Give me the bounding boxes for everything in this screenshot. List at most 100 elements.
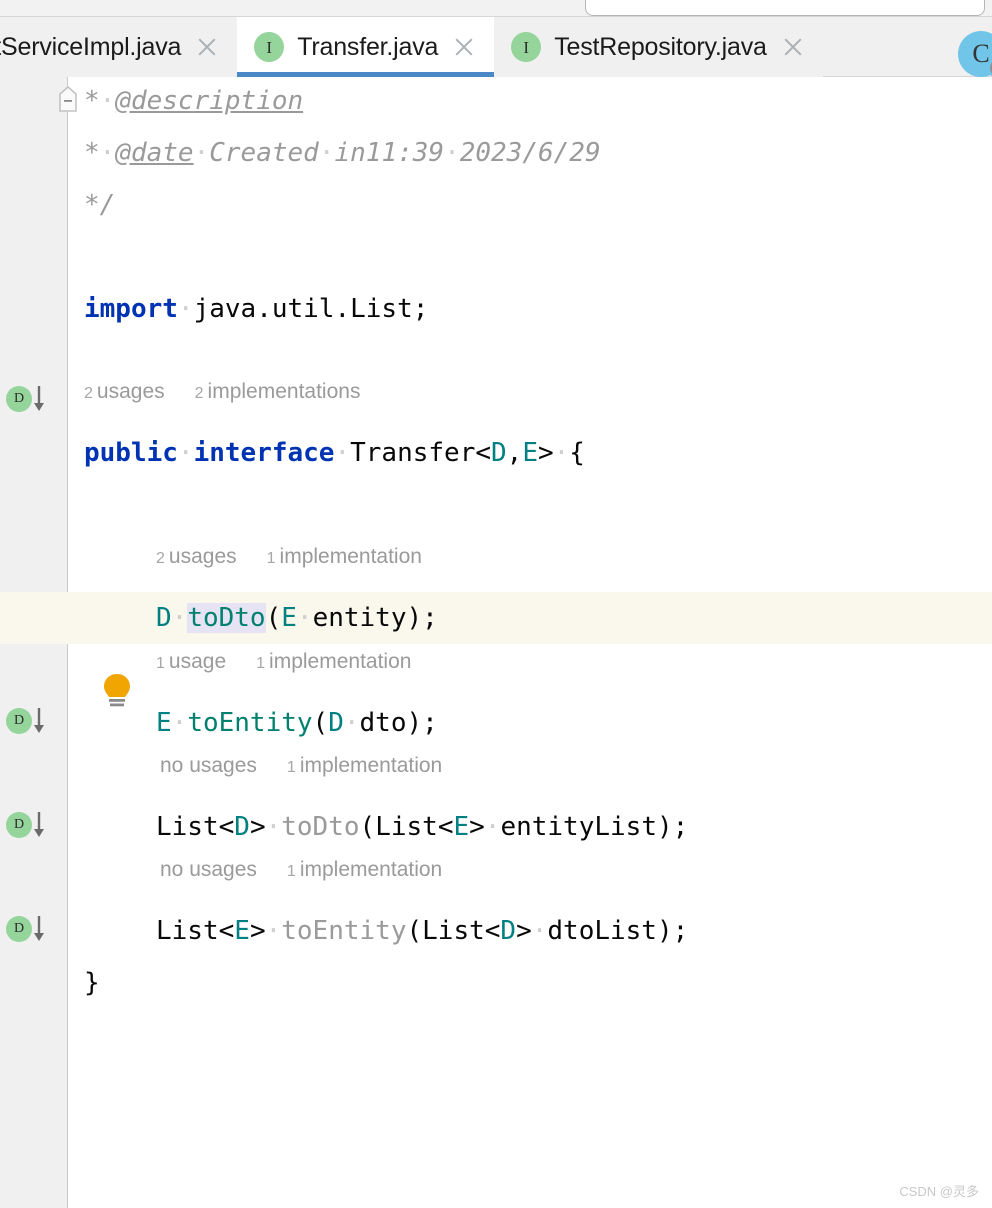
usages-count: 2 — [156, 550, 165, 567]
editor-tab-transfer[interactable]: I Transfer.java — [237, 17, 495, 77]
code-line-import[interactable]: import · java.util.List; — [84, 283, 992, 335]
usages-hint[interactable]: 1 usage — [156, 650, 226, 674]
code-line-method-toentity[interactable]: E · toEntity(D · dto); — [156, 697, 992, 749]
editor-tab-testrepository[interactable]: I TestRepository.java — [494, 17, 823, 77]
code-text-area[interactable]: * · @description * · @date · Created · in11:39 · 2… — [0, 77, 992, 1208]
code-line-method-toentity-list[interactable]: List < E > · toEntity(List < D > · dtoList); — [156, 905, 992, 957]
lightbulb-icon[interactable] — [100, 672, 134, 710]
code-line-closing-brace[interactable]: } — [84, 957, 992, 1009]
keyword-public: public — [84, 438, 178, 468]
usages-label: no usages — [160, 754, 257, 777]
implemented-by-icon[interactable]: D — [6, 708, 32, 734]
return-type-generic: E — [234, 916, 250, 946]
implementations-hint[interactable]: 1 implementation — [267, 545, 422, 569]
search-input[interactable] — [585, 0, 985, 16]
inlay-hints-toentity-list[interactable]: no usages 1 implementation — [156, 853, 472, 887]
comment-close: */ — [84, 190, 116, 220]
impl-icon-glyph: D — [13, 391, 25, 406]
code-line-method-todto[interactable]: D · toDto(E · entity); — [156, 592, 992, 644]
javadoc-date-text: Created — [209, 138, 319, 168]
paren-open: ( — [312, 708, 329, 738]
param-type-generic: D — [500, 916, 517, 946]
editor-tab-stserviceimpl[interactable]: stServiceImpl.java — [0, 17, 238, 77]
param-type-generic: E — [453, 812, 470, 842]
paren-open: ( — [265, 603, 282, 633]
generic-param-d: D — [491, 438, 507, 468]
param-name: entity — [312, 603, 407, 633]
semicolon: ; — [672, 916, 689, 946]
code-line-interface-declaration[interactable]: public · interface · Transfer < D, E > ·{ — [84, 427, 992, 479]
implementations-hint[interactable]: 1 implementation — [256, 650, 411, 674]
interface-name: Transfer — [350, 438, 476, 468]
idea-editor-window: stServiceImpl.java I Transfer.java I Tes… — [0, 0, 992, 1208]
generic-close: > — [469, 812, 485, 842]
editor-tab-bar: stServiceImpl.java I Transfer.java I Tes… — [0, 17, 992, 79]
implemented-by-icon[interactable]: D — [6, 916, 32, 942]
generic-close: > — [537, 438, 554, 468]
close-icon[interactable] — [780, 34, 806, 60]
param-name: dto — [359, 708, 407, 738]
usages-hint[interactable]: 2 usages — [84, 380, 165, 404]
implementations-count: 1 — [286, 759, 296, 776]
implementations-hint[interactable]: 2 implementations — [195, 380, 361, 404]
generic-close: > — [249, 916, 266, 946]
return-type: E — [156, 708, 172, 738]
class-icon-glyph: C — [972, 39, 990, 68]
close-icon[interactable] — [194, 34, 220, 60]
return-type-raw: List — [156, 812, 219, 842]
gutter-row-todto-list[interactable]: D — [0, 801, 68, 853]
generic-open: < — [218, 916, 235, 946]
gutter-row-interface[interactable]: D — [0, 375, 68, 427]
implementations-count: 1 — [256, 655, 266, 672]
javadoc-date-value: 2023/6/29 — [459, 138, 601, 168]
generic-close: > — [249, 812, 266, 842]
javadoc-date-time: in11:39 — [334, 138, 445, 168]
method-name-todto[interactable]: toDto — [281, 812, 359, 842]
method-name-toentity[interactable]: toEntity — [187, 708, 312, 738]
param-type: E — [281, 603, 297, 633]
usages-hint[interactable]: no usages — [156, 754, 257, 778]
interface-icon-glyph: I — [523, 37, 530, 57]
usages-hint[interactable]: no usages — [156, 858, 257, 882]
usages-hint[interactable]: 2 usages — [156, 545, 237, 569]
inlay-hints-interface[interactable]: 2 usages 2 implementations — [84, 375, 390, 409]
usages-label: usage — [168, 650, 227, 673]
generic-open: < — [484, 916, 501, 946]
param-name: dtoList — [547, 916, 657, 946]
implemented-by-icon[interactable]: D — [6, 386, 32, 412]
code-line-method-todto-list[interactable]: List < D > · toDto(List < E > · entityList); — [156, 801, 992, 853]
close-icon[interactable] — [451, 34, 477, 60]
keyword-interface: interface — [193, 438, 335, 468]
param-type-raw: List — [422, 916, 485, 946]
inlay-hints-todto-list[interactable]: no usages 1 implementation — [156, 749, 472, 783]
generic-open: < — [437, 812, 454, 842]
code-line-javadoc-description[interactable]: * · @description — [84, 77, 992, 127]
keyword-import: import — [84, 294, 178, 324]
implemented-by-arrow-icon — [31, 914, 47, 944]
code-editor[interactable]: D D D D * · @description * · @date · Cre… — [0, 77, 992, 1208]
code-line-javadoc-date[interactable]: * · @date · Created · in11:39 · 2023/6/29 — [84, 127, 992, 179]
implementations-hint[interactable]: 1 implementation — [287, 754, 442, 778]
semicolon: ; — [422, 603, 438, 633]
implementations-label: implementation — [299, 754, 443, 777]
code-line-javadoc-close[interactable]: */ — [84, 179, 992, 231]
generic-open: < — [218, 812, 235, 842]
semicolon: ; — [672, 812, 689, 842]
class-icon[interactable]: C — [958, 31, 992, 79]
brace-close: } — [84, 968, 100, 998]
method-name-toentity[interactable]: toEntity — [281, 916, 406, 946]
method-name-todto[interactable]: toDto — [187, 603, 266, 633]
implementations-count: 1 — [286, 863, 296, 880]
inlay-hints-toentity[interactable]: 1 usage 1 implementation — [156, 645, 441, 679]
paren-close: ) — [656, 916, 673, 946]
paren-close: ) — [406, 708, 423, 738]
editor-tab-label: stServiceImpl.java — [0, 32, 182, 61]
usages-label: no usages — [160, 858, 257, 881]
gutter-row-toentity[interactable]: D — [0, 697, 68, 749]
gutter-row-toentity-list[interactable]: D — [0, 905, 68, 957]
inlay-hints-todto[interactable]: 2 usages 1 implementation — [156, 540, 452, 574]
implemented-by-icon[interactable]: D — [6, 812, 32, 838]
interface-icon: I — [511, 32, 542, 62]
return-type-generic: D — [234, 812, 250, 842]
implementations-hint[interactable]: 1 implementation — [287, 858, 442, 882]
